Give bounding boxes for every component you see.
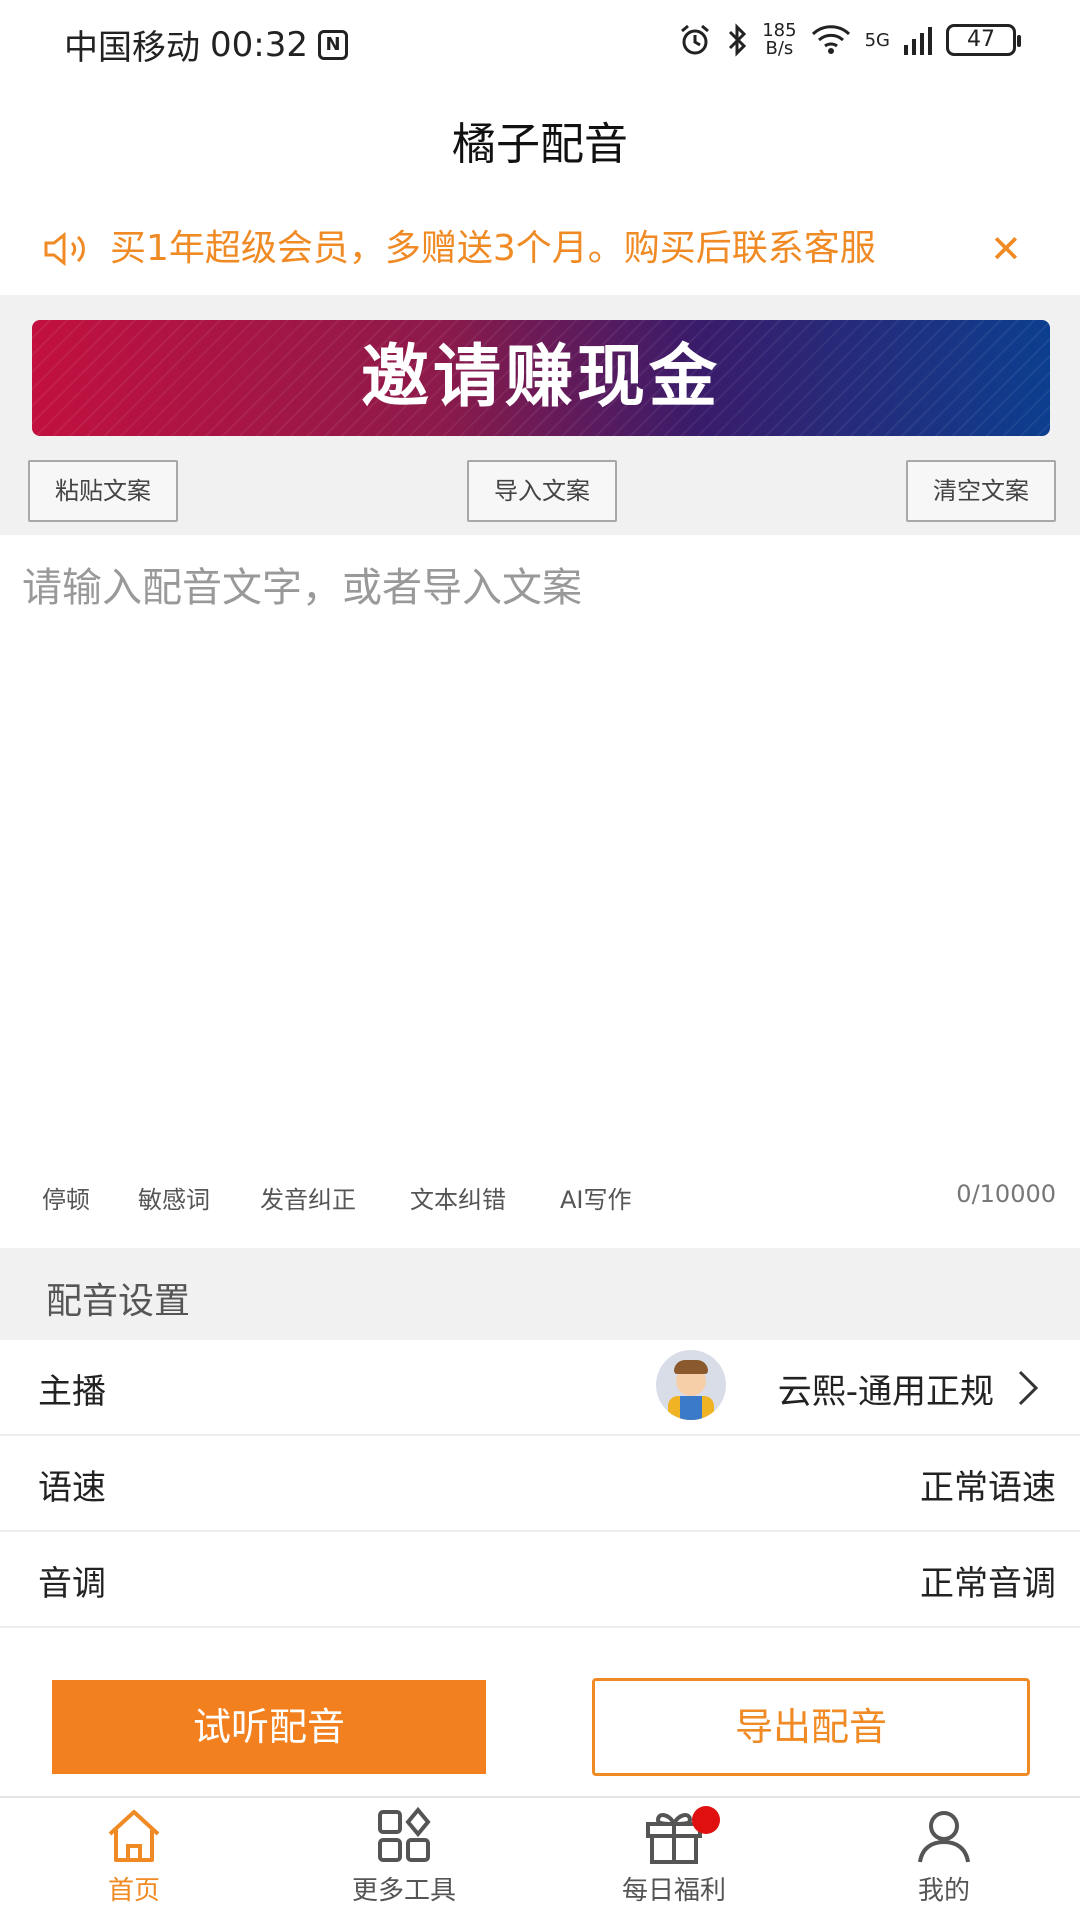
settings-title: 配音设置 [46,1281,191,1322]
nav-home-label: 首页 [107,1876,160,1906]
export-dubbing-button[interactable]: 导出配音 [592,1678,1030,1776]
speed-row[interactable]: 语速 正常语速 [0,1436,1080,1532]
home-icon [108,1810,160,1862]
clock: 00:32 [210,24,308,65]
pause-tool[interactable]: 停顿 [42,1180,90,1215]
anchor-value: 云熙-通用正规 [777,1372,994,1412]
network-speed-unit: B/s [765,38,794,59]
avatar-hair [674,1360,708,1374]
tone-row[interactable]: 音调 正常音调 [0,1532,1080,1628]
wifi-icon [811,25,850,54]
banner-text: 邀请赚现金 [360,338,721,417]
notice-close-button[interactable]: ✕ [990,221,1022,277]
anchor-label: 主播 [38,1372,106,1412]
speed-label: 语速 [38,1468,106,1508]
avatar-shirt [680,1396,702,1420]
clear-text-button[interactable]: 清空文案 [906,460,1056,522]
bluetooth-icon [729,23,747,57]
import-text-button[interactable]: 导入文案 [467,460,617,522]
bottom-nav: 首页 更多工具 每日福利 我的 [0,1796,1080,1920]
carrier-label: 中国移动 [64,28,200,68]
nav-home[interactable]: 首页 [34,1806,234,1918]
status-left: 中国移动 00:32 N [64,20,348,69]
alarm-icon [681,24,710,55]
anchor-row[interactable]: 主播 云熙-通用正规 [0,1340,1080,1436]
battery-icon: 47 [946,24,1021,56]
text-correction-tool[interactable]: 文本纠错 [410,1180,506,1215]
anchor-avatar [656,1350,726,1420]
preview-dubbing-button[interactable]: 试听配音 [52,1680,486,1774]
speed-value: 正常语速 [920,1468,1056,1508]
speaker-icon [44,231,85,267]
notice-text: 买1年超级会员，多赠送3个月。购买后联系客服 [110,228,876,269]
nav-mine[interactable]: 我的 [844,1806,1044,1918]
sensitive-words-tool[interactable]: 敏感词 [138,1180,210,1215]
nav-more-tools-label: 更多工具 [351,1876,456,1906]
signal-bars-icon [904,27,932,55]
grid-icon [378,1806,431,1862]
tone-label: 音调 [38,1564,106,1604]
status-right: 185 B/s 5G 47 [678,22,1021,58]
tone-value: 正常音调 [920,1564,1056,1604]
nav-mine-label: 我的 [917,1876,970,1906]
user-icon [918,1811,970,1863]
ai-writing-tool[interactable]: AI写作 [560,1180,632,1215]
nav-more-tools[interactable]: 更多工具 [304,1806,504,1918]
notification-dot [692,1806,720,1834]
notice-bar: 买1年超级会员，多赠送3个月。购买后联系客服 ✕ [0,205,1080,295]
invite-banner[interactable]: 邀请赚现金 [32,320,1050,436]
page-title: 橘子配音 [452,119,628,170]
signal-type-label: 5G [864,29,890,51]
settings-header: 配音设置 [0,1248,1080,1340]
dubbing-text-input[interactable] [22,555,1058,1135]
paste-text-button[interactable]: 粘贴文案 [28,460,178,522]
pronunciation-fix-tool[interactable]: 发音纠正 [260,1180,356,1215]
text-editor [0,535,1080,1235]
nav-daily-benefits[interactable]: 每日福利 [574,1806,774,1918]
nav-daily-benefits-label: 每日福利 [621,1876,726,1906]
network-speed: 185 B/s [762,22,796,58]
chevron-right-icon [1018,1370,1039,1406]
status-bar: 中国移动 00:32 N 185 B/s 5G 47 [0,0,1080,88]
char-counter: 0/10000 [956,1180,1056,1208]
nfc-icon: N [317,29,348,60]
